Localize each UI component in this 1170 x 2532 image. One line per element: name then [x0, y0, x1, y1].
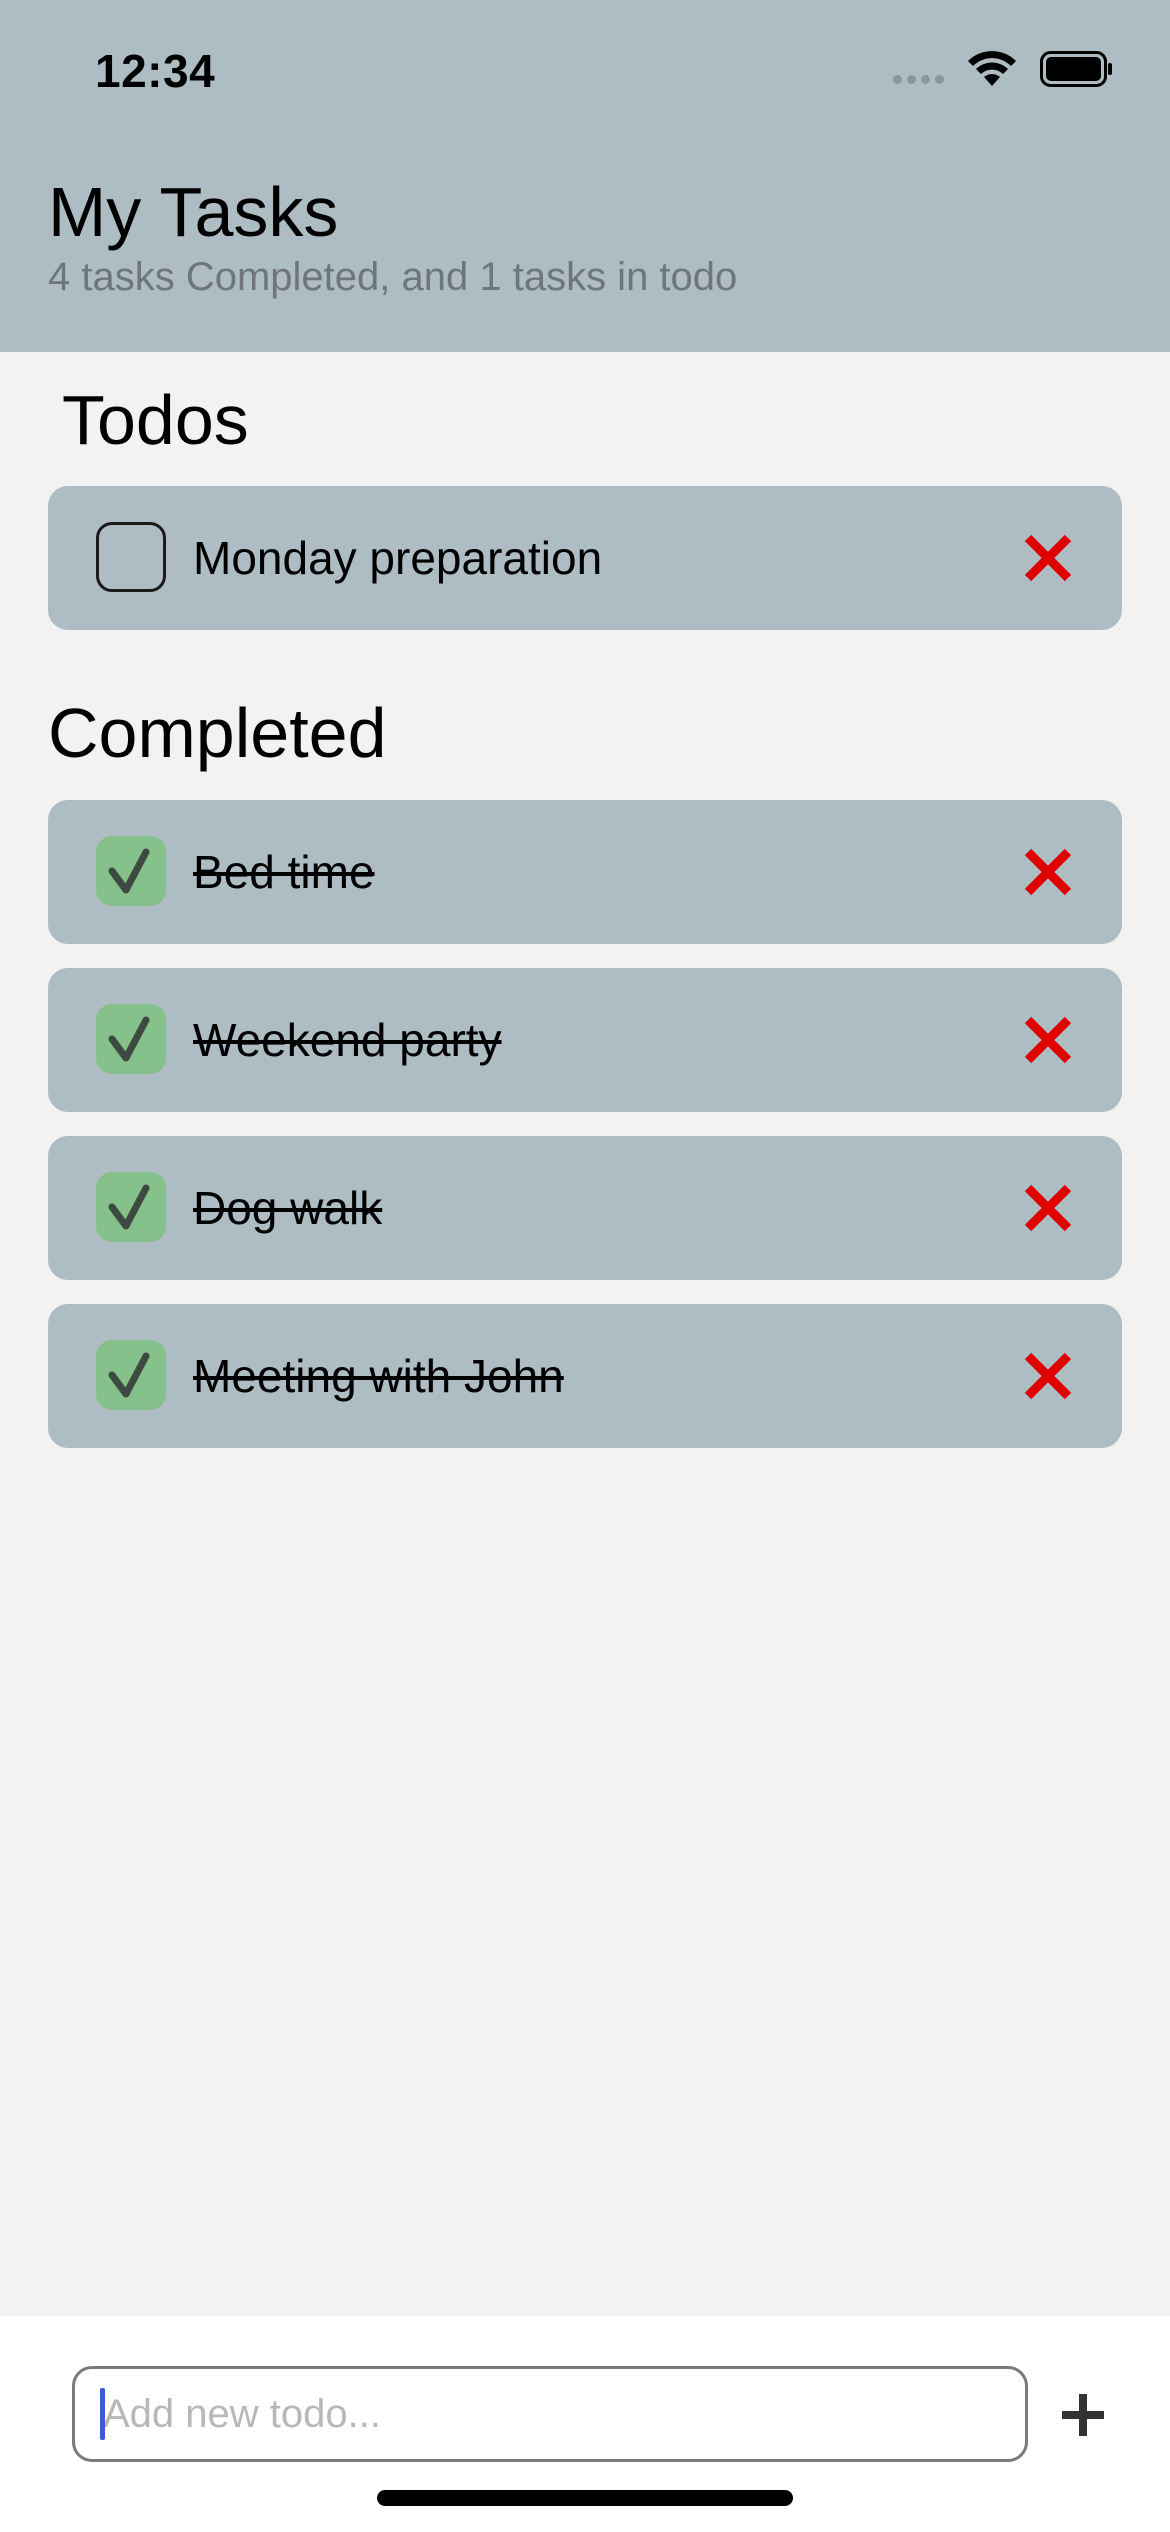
- close-icon[interactable]: [1022, 532, 1074, 584]
- todo-checkbox[interactable]: [96, 522, 166, 592]
- completed-item: Dog walk: [48, 1136, 1122, 1280]
- status-time: 12:34: [95, 45, 216, 97]
- todo-checkbox-checked[interactable]: [96, 1004, 166, 1074]
- completed-item: Meeting with John: [48, 1304, 1122, 1448]
- completed-item: Bed time: [48, 800, 1122, 944]
- todos-section-title: Todos: [62, 381, 249, 459]
- page-title: My Tasks: [48, 173, 339, 251]
- home-indicator: [377, 2490, 793, 2506]
- plus-icon[interactable]: [1058, 2390, 1108, 2440]
- todo-item: Monday preparation: [48, 486, 1122, 630]
- checkmark-icon: [108, 1184, 150, 1230]
- cellular-signal-icon: [893, 74, 944, 84]
- completed-label: Weekend party: [193, 1014, 502, 1066]
- close-icon[interactable]: [1022, 1182, 1074, 1234]
- checkmark-icon: [108, 1352, 150, 1398]
- todo-checkbox-checked[interactable]: [96, 1172, 166, 1242]
- todo-checkbox-checked[interactable]: [96, 1340, 166, 1410]
- wifi-icon: [968, 51, 1016, 86]
- page-subtitle: 4 tasks Completed, and 1 tasks in todo: [48, 255, 738, 299]
- new-todo-input[interactable]: [72, 2366, 1028, 2462]
- battery-icon: [1040, 51, 1112, 87]
- todo-label: Monday preparation: [193, 532, 603, 584]
- close-icon[interactable]: [1022, 1350, 1074, 1402]
- todo-checkbox-checked[interactable]: [96, 836, 166, 906]
- text-caret: [100, 2388, 105, 2440]
- checkmark-icon: [108, 848, 150, 894]
- completed-label: Bed time: [193, 846, 375, 898]
- completed-section-title: Completed: [48, 694, 387, 772]
- checkmark-icon: [108, 1016, 150, 1062]
- header: 12:34 My Tasks 4 tasks Completed, and 1 …: [0, 0, 1170, 352]
- completed-label: Meeting with John: [193, 1350, 564, 1402]
- close-icon[interactable]: [1022, 846, 1074, 898]
- close-icon[interactable]: [1022, 1014, 1074, 1066]
- status-icons: [893, 50, 1114, 88]
- completed-item: Weekend party: [48, 968, 1122, 1112]
- completed-label: Dog walk: [193, 1182, 383, 1234]
